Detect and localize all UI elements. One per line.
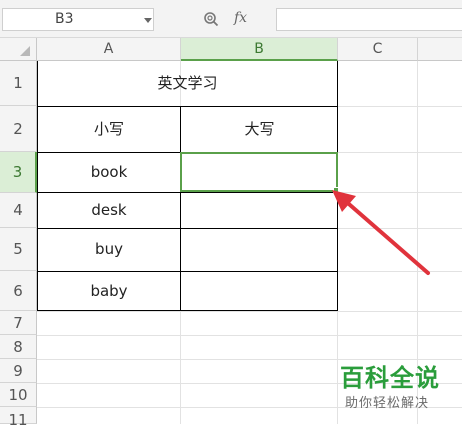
row-header-7[interactable]: 7 xyxy=(0,311,37,335)
row-header-8[interactable]: 8 xyxy=(0,335,37,359)
row-header-3[interactable]: 3 xyxy=(0,152,37,193)
select-all-corner[interactable] xyxy=(0,38,37,61)
row-header-6[interactable]: 6 xyxy=(0,271,37,311)
row-header-11[interactable]: 11 xyxy=(0,407,37,429)
column-header-d[interactable] xyxy=(418,38,462,61)
cell-b5[interactable] xyxy=(181,228,338,271)
watermark-title: 百科全说 xyxy=(340,364,440,392)
row-header-9[interactable]: 9 xyxy=(0,359,37,383)
grid-line xyxy=(37,335,462,336)
active-cell-selection[interactable] xyxy=(180,152,338,192)
zoom-icon[interactable] xyxy=(203,11,219,27)
cell-a2[interactable]: 小写 xyxy=(37,106,181,152)
cell-b4[interactable] xyxy=(181,193,338,228)
column-header-b[interactable]: B xyxy=(181,38,338,61)
row-header-5[interactable]: 5 xyxy=(0,228,37,271)
watermark-subtitle: 助你轻松解决 xyxy=(345,396,430,411)
row-header-4[interactable]: 4 xyxy=(0,193,37,228)
grid-line xyxy=(37,359,462,360)
name-box[interactable]: B3 xyxy=(2,8,154,31)
row-header-2[interactable]: 2 xyxy=(0,106,37,152)
column-header-a[interactable]: A xyxy=(37,38,181,61)
select-all-icon xyxy=(20,46,30,56)
annotation-arrow-icon xyxy=(332,190,430,275)
cell-a5[interactable]: buy xyxy=(37,228,181,271)
cell-a3[interactable]: book xyxy=(37,152,181,193)
cell-a6[interactable]: baby xyxy=(37,271,181,311)
dropdown-arrow-icon[interactable] xyxy=(144,18,152,23)
fx-icon[interactable]: fx xyxy=(234,9,247,27)
cell-b2[interactable]: 大写 xyxy=(181,106,338,152)
row-header-10[interactable]: 10 xyxy=(0,383,37,407)
formula-input[interactable] xyxy=(276,8,462,31)
column-header-c[interactable]: C xyxy=(338,38,418,61)
row-header-1[interactable]: 1 xyxy=(0,61,37,106)
cell-a4[interactable]: desk xyxy=(37,193,181,228)
cell-a1-merged[interactable]: 英文学习 xyxy=(37,61,338,106)
cell-b6[interactable] xyxy=(181,271,338,311)
